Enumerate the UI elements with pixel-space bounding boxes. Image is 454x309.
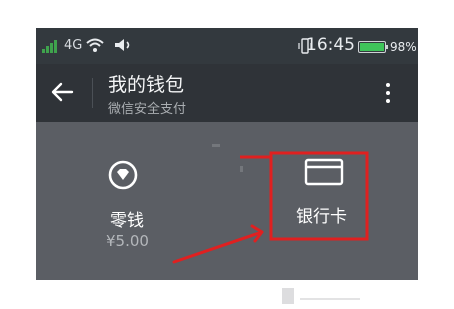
status-bar: 4G 16:45 98%	[36, 28, 418, 64]
bank-card-label: 银行卡	[296, 207, 347, 227]
page-title: 我的钱包	[108, 74, 185, 96]
scan-artifact	[240, 166, 243, 172]
change-diamond-icon	[108, 160, 138, 190]
bank-card-icon	[304, 158, 344, 186]
title-bar: 我的钱包 微信安全支付	[36, 64, 418, 122]
signal-strength-icon	[42, 39, 62, 53]
scan-artifact	[282, 288, 294, 304]
network-type: 4G	[64, 38, 83, 53]
battery-percent: 98%	[390, 40, 417, 54]
scan-artifact	[300, 298, 360, 300]
battery-level-fill	[360, 43, 384, 51]
change-label: 零钱	[110, 211, 144, 231]
back-arrow-icon[interactable]	[50, 81, 74, 103]
bank-card-button[interactable]: 银行卡	[291, 156, 371, 256]
more-vertical-icon[interactable]	[380, 78, 396, 108]
battery-icon	[358, 41, 388, 53]
clock-time: 16:45	[306, 35, 355, 55]
wifi-icon	[86, 38, 104, 52]
change-amount: ¥5.00	[106, 232, 149, 250]
scan-artifact	[212, 144, 220, 147]
page-subtitle: 微信安全支付	[108, 102, 187, 117]
title-divider	[92, 78, 93, 108]
volume-icon	[115, 39, 130, 51]
phone-screen: 4G 16:45 98% 我的钱包 微信安全支付 零钱 ¥5.00 银行卡	[36, 28, 418, 280]
change-button[interactable]: 零钱 ¥5.00	[96, 154, 176, 264]
wallet-content: 零钱 ¥5.00 银行卡	[36, 122, 418, 280]
